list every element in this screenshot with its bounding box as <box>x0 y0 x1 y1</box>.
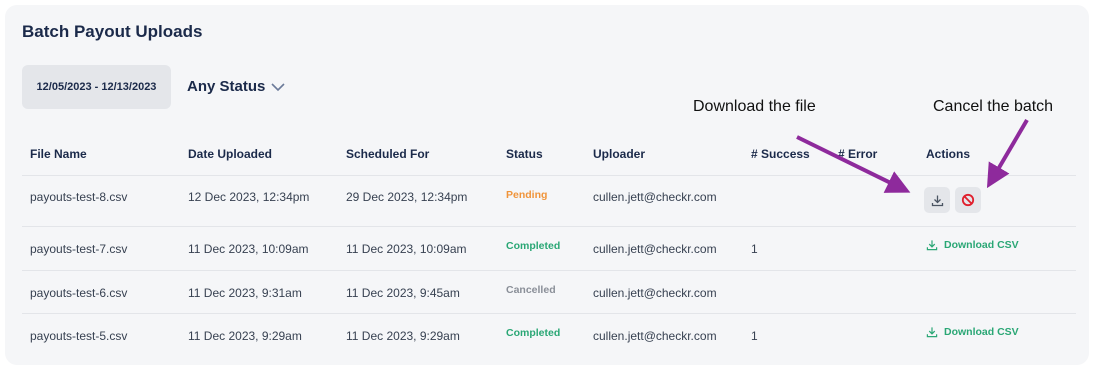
col-header-status: Status <box>506 147 543 161</box>
cell-uploader: cullen.jett@checkr.com <box>593 329 717 343</box>
cell-file-name: payouts-test-6.csv <box>30 286 128 300</box>
status-badge: Completed <box>506 240 561 252</box>
cell-date-uploaded: 11 Dec 2023, 10:09am <box>188 242 309 256</box>
cell-file-name: payouts-test-5.csv <box>30 329 128 343</box>
download-csv-label: Download CSV <box>944 326 1019 338</box>
cell-file-name: payouts-test-8.csv <box>30 190 128 204</box>
cell-file-name: payouts-test-7.csv <box>30 242 128 256</box>
cell-date-uploaded: 11 Dec 2023, 9:29am <box>188 329 302 343</box>
row-divider <box>22 226 1076 227</box>
cancel-icon <box>961 193 975 207</box>
download-csv-link[interactable]: Download CSV <box>926 239 1019 251</box>
download-icon <box>926 240 938 251</box>
col-header-scheduled-for: Scheduled For <box>346 147 430 161</box>
col-header-uploader: Uploader <box>593 147 646 161</box>
col-header-actions: Actions <box>926 147 971 161</box>
chevron-down-icon <box>271 82 285 91</box>
cell-scheduled-for: 11 Dec 2023, 9:29am <box>346 329 460 343</box>
col-header-error: # Error <box>838 147 878 161</box>
annotation-download: Download the file <box>693 98 816 115</box>
cancel-batch-button[interactable] <box>955 187 981 213</box>
cell-date-uploaded: 11 Dec 2023, 9:31am <box>188 286 302 300</box>
download-icon <box>931 195 943 206</box>
cell-uploader: cullen.jett@checkr.com <box>593 190 717 204</box>
payout-panel <box>5 5 1089 365</box>
cell-date-uploaded: 12 Dec 2023, 12:34pm <box>188 190 310 204</box>
annotation-cancel: Cancel the batch <box>933 98 1054 115</box>
cell-scheduled-for: 29 Dec 2023, 12:34pm <box>346 190 468 204</box>
download-csv-link[interactable]: Download CSV <box>926 326 1019 338</box>
download-csv-label: Download CSV <box>944 239 1019 251</box>
cell-uploader: cullen.jett@checkr.com <box>593 242 717 256</box>
date-range-button[interactable]: 12/05/2023 - 12/13/2023 <box>22 65 171 109</box>
row-divider <box>22 270 1076 271</box>
row-divider <box>22 313 1076 314</box>
header-divider <box>22 175 1076 176</box>
col-header-date-uploaded: Date Uploaded <box>188 147 273 161</box>
cell-uploader: cullen.jett@checkr.com <box>593 286 717 300</box>
status-badge: Completed <box>506 327 561 339</box>
cell-success-count: 1 <box>751 242 758 256</box>
status-filter-label: Any Status <box>187 78 266 95</box>
cell-scheduled-for: 11 Dec 2023, 9:45am <box>346 286 460 300</box>
status-badge: Pending <box>506 189 548 201</box>
download-file-button[interactable] <box>924 187 950 213</box>
download-icon <box>926 327 938 338</box>
status-badge: Cancelled <box>506 284 556 296</box>
page-title: Batch Payout Uploads <box>22 22 203 41</box>
status-filter-select[interactable]: Any Status <box>187 78 285 95</box>
cell-scheduled-for: 11 Dec 2023, 10:09am <box>346 242 467 256</box>
col-header-file-name: File Name <box>30 147 87 161</box>
col-header-success: # Success <box>751 147 810 161</box>
cell-success-count: 1 <box>751 329 758 343</box>
